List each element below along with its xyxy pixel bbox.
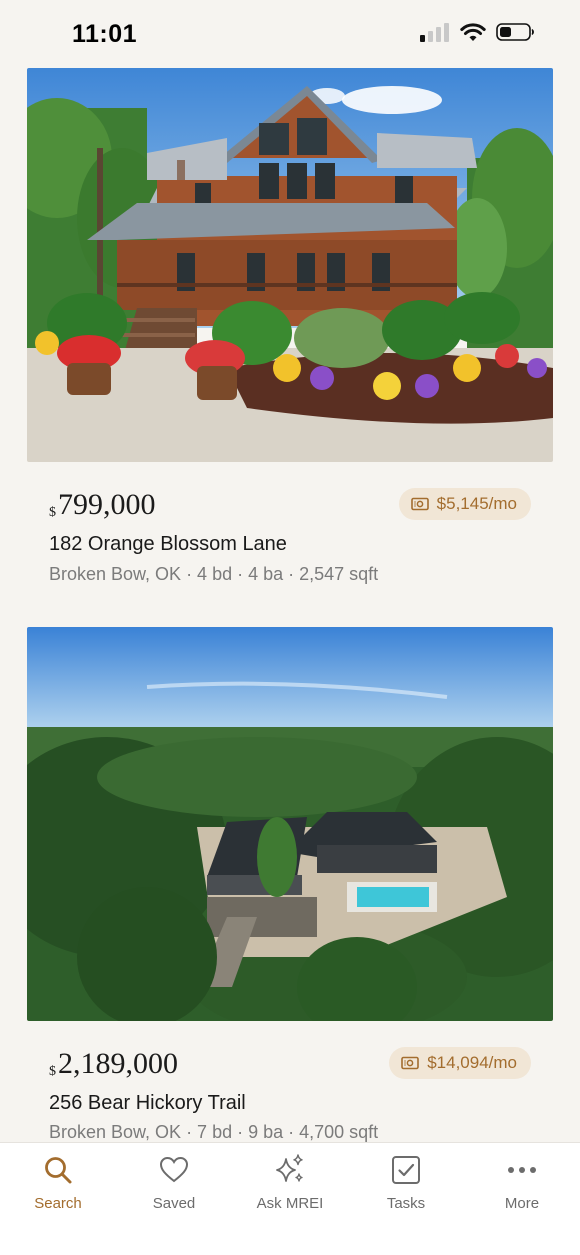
search-icon (45, 1157, 72, 1184)
listing-address[interactable]: 256 Bear Hickory Trail (49, 1092, 246, 1115)
listing-photo[interactable] (27, 68, 553, 462)
status-bar: 11:01 (0, 0, 580, 68)
nav-item-more[interactable]: More (464, 1143, 580, 1223)
battery-icon (496, 23, 534, 41)
monthly-payment-text: $14,094/mo (427, 1053, 517, 1072)
nav-label-search: Search (34, 1195, 82, 1212)
price-currency: $ (49, 505, 56, 520)
status-time: 11:01 (72, 20, 138, 48)
listing-price: $2,189,000 (49, 1047, 178, 1081)
nav-item-saved[interactable]: Saved (116, 1143, 232, 1223)
price-currency: $ (49, 1064, 56, 1079)
sparkles-icon (276, 1154, 303, 1182)
listing-address[interactable]: 182 Orange Blossom Lane (49, 533, 287, 556)
listing-price: $799,000 (49, 488, 156, 522)
listing-photo[interactable] (27, 627, 553, 1021)
price-amount: 799,000 (58, 488, 156, 521)
wifi-icon (460, 23, 486, 41)
price-amount: 2,189,000 (58, 1047, 178, 1080)
nav-item-ask-mrei[interactable]: Ask MREI (232, 1143, 348, 1223)
monthly-payment-badge[interactable]: $14,094/mo (389, 1047, 531, 1079)
status-icons (420, 22, 536, 42)
nav-label-tasks: Tasks (386, 1195, 426, 1212)
listing-details: Broken Bow, OK · 4 bd · 4 ba · 2,547 sqf… (49, 564, 379, 584)
cellular-signal-icon (420, 23, 449, 42)
money-icon (401, 1056, 420, 1070)
money-icon (410, 497, 429, 511)
listing-details: Broken Bow, OK · 7 bd · 9 ba · 4,700 sqf… (49, 1122, 379, 1142)
checkbox-icon (392, 1156, 420, 1184)
monthly-payment-badge[interactable]: $5,145/mo (398, 488, 531, 520)
nav-item-tasks[interactable]: Tasks (348, 1143, 464, 1223)
nav-item-search[interactable]: Search (0, 1143, 116, 1223)
nav-label-ask-mrei: Ask MREI (256, 1195, 324, 1212)
monthly-payment-text: $5,145/mo (436, 494, 517, 513)
nav-label-saved: Saved (152, 1195, 196, 1212)
more-dots-icon (508, 1167, 536, 1173)
heart-icon (159, 1156, 189, 1183)
nav-label-more: More (504, 1195, 540, 1212)
bottom-nav: Search Saved Ask MREI Tasks More (0, 1142, 580, 1255)
